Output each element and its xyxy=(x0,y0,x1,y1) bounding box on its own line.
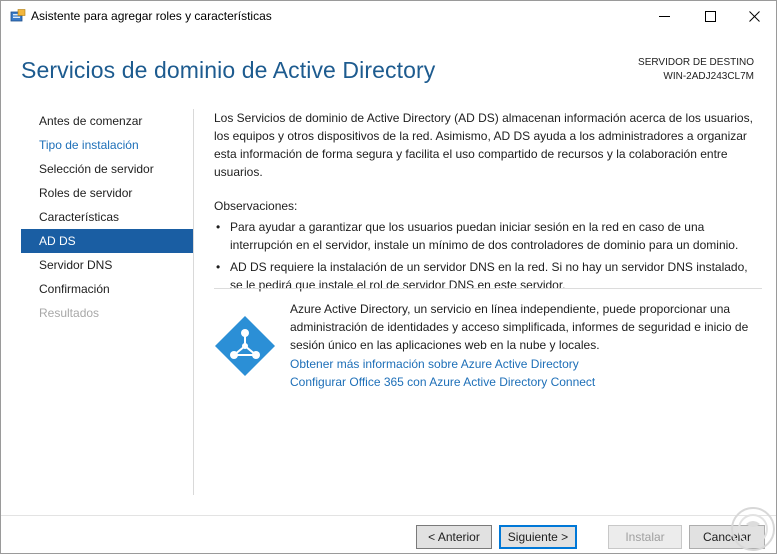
nav-item-tipo-de-instalacion[interactable]: Tipo de instalación xyxy=(21,133,193,157)
azure-configure-link[interactable]: Configurar Office 365 con Azure Active D… xyxy=(290,373,595,391)
observations-title: Observaciones: xyxy=(214,199,298,213)
server-manager-icon xyxy=(10,9,26,22)
watermark-logo-icon xyxy=(731,507,775,551)
next-button[interactable]: Siguiente > xyxy=(499,525,577,549)
list-item: • Para ayudar a garantizar que los usuar… xyxy=(214,218,762,254)
observations-list: • Para ayudar a garantizar que los usuar… xyxy=(214,218,762,294)
nav-item-caracteristicas[interactable]: Características xyxy=(21,205,193,229)
nav-item-antes-de-comenzar[interactable]: Antes de comenzar xyxy=(21,109,193,133)
nav-item-confirmacion[interactable]: Confirmación xyxy=(21,277,193,301)
nav-divider xyxy=(193,109,194,495)
content-pane: Los Servicios de dominio de Active Direc… xyxy=(214,109,762,298)
maximize-icon xyxy=(704,10,716,22)
maximize-button[interactable] xyxy=(687,1,733,31)
minimize-button[interactable] xyxy=(641,1,687,31)
window-title: Asistente para agregar roles y caracterí… xyxy=(31,9,272,23)
azure-description: Azure Active Directory, un servicio en l… xyxy=(290,302,749,352)
nav-item-resultados: Resultados xyxy=(39,306,100,320)
page-title: Servicios de dominio de Active Directory xyxy=(21,57,436,83)
wizard-header: Servicios de dominio de Active Directory… xyxy=(1,31,776,101)
wizard-window: Asistente para agregar roles y caracterí… xyxy=(0,0,777,554)
nav-item-roles-de-servidor[interactable]: Roles de servidor xyxy=(21,181,193,205)
install-button: Instalar xyxy=(608,525,682,549)
destination-server-name: WIN-2ADJ243CL7M xyxy=(663,71,754,82)
nav-item-ad-ds[interactable]: AD DS xyxy=(21,229,193,253)
azure-separator xyxy=(214,288,762,289)
nav-item-servidor-dns[interactable]: Servidor DNS xyxy=(21,253,193,277)
previous-button[interactable]: < Anterior xyxy=(416,525,492,549)
azure-ad-diamond-icon xyxy=(215,316,275,376)
footer-separator xyxy=(1,515,776,516)
close-button[interactable] xyxy=(731,1,777,31)
minimize-icon xyxy=(658,15,670,17)
bullet-glyph: • xyxy=(216,260,221,274)
azure-more-info-link[interactable]: Obtener más información sobre Azure Acti… xyxy=(290,355,579,373)
title-bar[interactable]: Asistente para agregar roles y caracterí… xyxy=(1,1,776,31)
nav-item-seleccion-de-servidor[interactable]: Selección de servidor xyxy=(21,157,193,181)
wizard-steps-nav: Antes de comenzar Tipo de instalación Se… xyxy=(21,109,193,517)
bullet-text: Para ayudar a garantizar que los usuario… xyxy=(230,220,739,252)
destination-server-label: SERVIDOR DE DESTINO xyxy=(638,57,754,68)
bullet-glyph: • xyxy=(216,220,221,234)
intro-paragraph: Los Servicios de dominio de Active Direc… xyxy=(214,111,753,179)
close-icon xyxy=(748,10,760,22)
